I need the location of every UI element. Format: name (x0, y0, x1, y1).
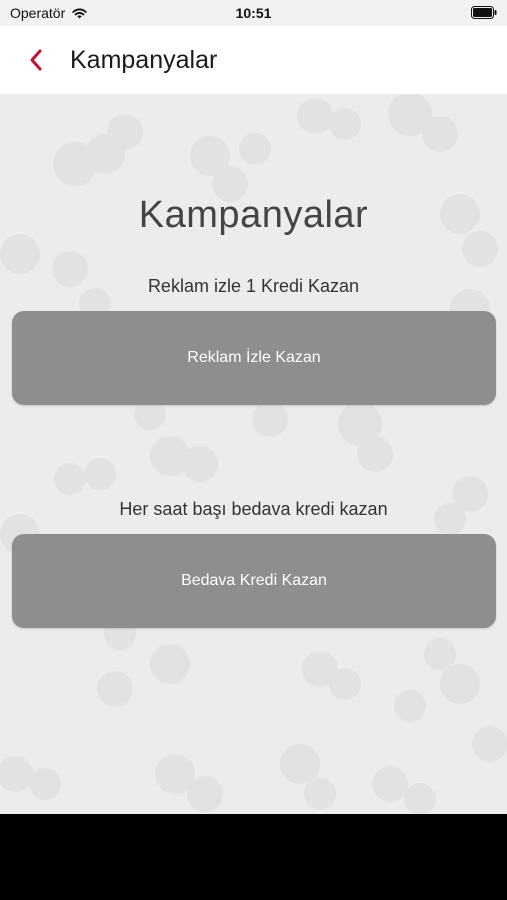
watch-ad-caption: Reklam izle 1 Kredi Kazan (147, 276, 360, 296)
navigation-bar: Kampanyalar (0, 26, 507, 94)
status-time: 10:51 (235, 5, 272, 21)
free-credit-button[interactable]: Bedava Kredi Kazan (12, 534, 496, 628)
status-bar: Operatör 10:51 (0, 0, 507, 26)
bottom-blank-area (0, 814, 507, 900)
free-credit-caption: Her saat başı bedava kredi kazan (119, 499, 388, 519)
watch-ad-button[interactable]: Reklam İzle Kazan (12, 311, 496, 405)
nav-title: Kampanyalar (70, 45, 218, 74)
back-button[interactable] (22, 40, 50, 80)
page-title: Kampanyalar (138, 194, 369, 236)
chevron-left-icon (30, 49, 42, 71)
campaigns-content: Kampanyalar Reklam izle 1 Kredi Kazan Re… (0, 94, 507, 814)
battery-icon (471, 6, 497, 19)
